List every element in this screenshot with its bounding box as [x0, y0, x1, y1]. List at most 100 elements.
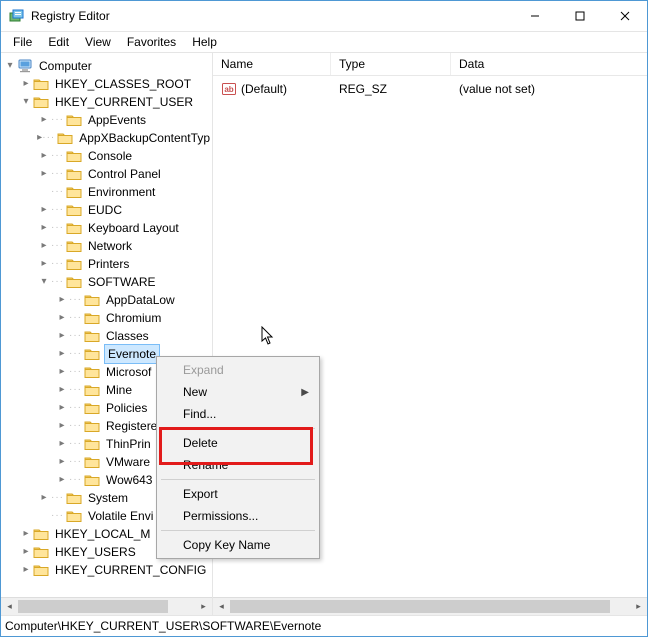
tree-node-label: HKEY_USERS: [53, 543, 138, 561]
context-menu-rename[interactable]: Rename: [159, 454, 317, 476]
chevron-right-icon[interactable]: ▸: [19, 75, 33, 93]
tree-hscrollbar[interactable]: ◂ ▸: [1, 597, 212, 615]
chevron-down-icon[interactable]: ▾: [19, 93, 33, 111]
menu-favorites[interactable]: Favorites: [119, 33, 184, 51]
folder-icon: [33, 527, 49, 541]
string-value-icon: ab: [221, 81, 237, 97]
tree-connector: ···: [69, 327, 82, 345]
status-path: Computer\HKEY_CURRENT_USER\SOFTWARE\Ever…: [5, 619, 321, 633]
context-menu-new[interactable]: New▶: [159, 381, 317, 403]
maximize-button[interactable]: [557, 1, 602, 31]
chevron-right-icon: ▶: [301, 387, 309, 398]
close-button[interactable]: [602, 1, 647, 31]
column-name[interactable]: Name: [213, 53, 331, 75]
tree-node[interactable]: ▸···AppXBackupContentTyp: [1, 129, 212, 147]
chevron-right-icon[interactable]: ▸: [37, 255, 51, 273]
tree-node[interactable]: ▸HKEY_CLASSES_ROOT: [1, 75, 212, 93]
value-row[interactable]: ab (Default) REG_SZ (value not set): [213, 80, 647, 98]
values-hscrollbar[interactable]: ◂ ▸: [213, 597, 647, 615]
scroll-left-icon[interactable]: ◂: [1, 598, 18, 615]
chevron-right-icon[interactable]: ▸: [37, 147, 51, 165]
tree-node[interactable]: ▸···Control Panel: [1, 165, 212, 183]
menu-view[interactable]: View: [77, 33, 119, 51]
tree-node[interactable]: ▸···AppDataLow: [1, 291, 212, 309]
chevron-down-icon[interactable]: ▾: [37, 273, 51, 291]
tree-node-label: Policies: [104, 399, 149, 417]
column-type[interactable]: Type: [331, 53, 451, 75]
folder-icon: [84, 437, 100, 451]
context-menu-copy-key-name[interactable]: Copy Key Name: [159, 534, 317, 556]
scroll-thumb[interactable]: [230, 600, 610, 613]
chevron-right-icon[interactable]: ▸: [37, 111, 51, 129]
tree-node-label: Mine: [104, 381, 134, 399]
context-menu-find[interactable]: Find...: [159, 403, 317, 425]
chevron-right-icon[interactable]: ▸: [55, 309, 69, 327]
tree-node-label: Printers: [86, 255, 131, 273]
tree-node-label: Console: [86, 147, 134, 165]
chevron-right-icon[interactable]: ▸: [55, 435, 69, 453]
chevron-right-icon[interactable]: ▸: [19, 561, 33, 579]
chevron-right-icon[interactable]: ▸: [37, 219, 51, 237]
chevron-right-icon[interactable]: ▸: [55, 453, 69, 471]
tree-node-computer[interactable]: ▾Computer: [1, 57, 212, 75]
chevron-right-icon[interactable]: ▸: [55, 327, 69, 345]
tree-connector: ···: [69, 363, 82, 381]
folder-icon: [84, 311, 100, 325]
tree-node[interactable]: ▾ HKEY_CURRENT_USER: [1, 93, 212, 111]
chevron-right-icon[interactable]: ▸: [37, 489, 51, 507]
tree-connector: ···: [69, 309, 82, 327]
context-menu-delete[interactable]: Delete: [159, 432, 317, 454]
menu-edit[interactable]: Edit: [40, 33, 77, 51]
menubar: File Edit View Favorites Help: [1, 32, 647, 53]
context-menu-permissions[interactable]: Permissions...: [159, 505, 317, 527]
tree-node[interactable]: ▸···EUDC: [1, 201, 212, 219]
chevron-right-icon[interactable]: ▸: [55, 399, 69, 417]
context-menu-separator: [161, 479, 315, 480]
chevron-right-icon[interactable]: ▸: [55, 345, 69, 363]
chevron-right-icon[interactable]: ▸: [55, 291, 69, 309]
menu-file[interactable]: File: [5, 33, 40, 51]
chevron-right-icon[interactable]: ▸: [19, 543, 33, 561]
scroll-left-icon[interactable]: ◂: [213, 598, 230, 615]
tree-node-label: HKEY_CURRENT_USER: [53, 93, 195, 111]
scroll-right-icon[interactable]: ▸: [630, 598, 647, 615]
chevron-right-icon[interactable]: ▸: [55, 381, 69, 399]
tree-node[interactable]: ▸···Printers: [1, 255, 212, 273]
tree-node[interactable]: ▾···SOFTWARE: [1, 273, 212, 291]
tree-node[interactable]: ▸···Classes: [1, 327, 212, 345]
chevron-right-icon[interactable]: ▸: [55, 363, 69, 381]
tree-connector: ···: [51, 507, 64, 525]
folder-icon: [84, 329, 100, 343]
chevron-down-icon[interactable]: ▾: [3, 57, 17, 75]
tree-node-label: Network: [86, 237, 134, 255]
folder-icon: [84, 293, 100, 307]
tree-node-label: Wow643: [104, 471, 154, 489]
chevron-right-icon[interactable]: ▸: [55, 417, 69, 435]
tree-node[interactable]: ▸···AppEvents: [1, 111, 212, 129]
tree-node-label: ThinPrin: [104, 435, 153, 453]
tree-node-label: HKEY_LOCAL_M: [53, 525, 152, 543]
scroll-right-icon[interactable]: ▸: [195, 598, 212, 615]
tree-node[interactable]: ···Environment: [1, 183, 212, 201]
scroll-thumb[interactable]: [18, 600, 168, 613]
menu-help[interactable]: Help: [184, 33, 225, 51]
tree-node-label: Environment: [86, 183, 157, 201]
context-menu-export[interactable]: Export: [159, 483, 317, 505]
folder-icon: [66, 239, 82, 253]
minimize-button[interactable]: [512, 1, 557, 31]
tree-node[interactable]: ▸···Chromium: [1, 309, 212, 327]
tree-node[interactable]: ▸HKEY_CURRENT_CONFIG: [1, 561, 212, 579]
tree-node-label: Volatile Envi: [86, 507, 155, 525]
chevron-right-icon[interactable]: ▸: [19, 525, 33, 543]
column-data[interactable]: Data: [451, 53, 647, 75]
chevron-right-icon[interactable]: ▸: [55, 471, 69, 489]
tree-node-label: VMware: [104, 453, 152, 471]
tree-node[interactable]: ▸···Network: [1, 237, 212, 255]
chevron-right-icon[interactable]: ▸: [37, 237, 51, 255]
chevron-right-icon[interactable]: ▸: [37, 201, 51, 219]
tree-node-label: System: [86, 489, 130, 507]
chevron-right-icon[interactable]: ▸: [37, 165, 51, 183]
tree-node[interactable]: ▸···Console: [1, 147, 212, 165]
tree-node[interactable]: ▸···Keyboard Layout: [1, 219, 212, 237]
window-title: Registry Editor: [31, 9, 512, 23]
